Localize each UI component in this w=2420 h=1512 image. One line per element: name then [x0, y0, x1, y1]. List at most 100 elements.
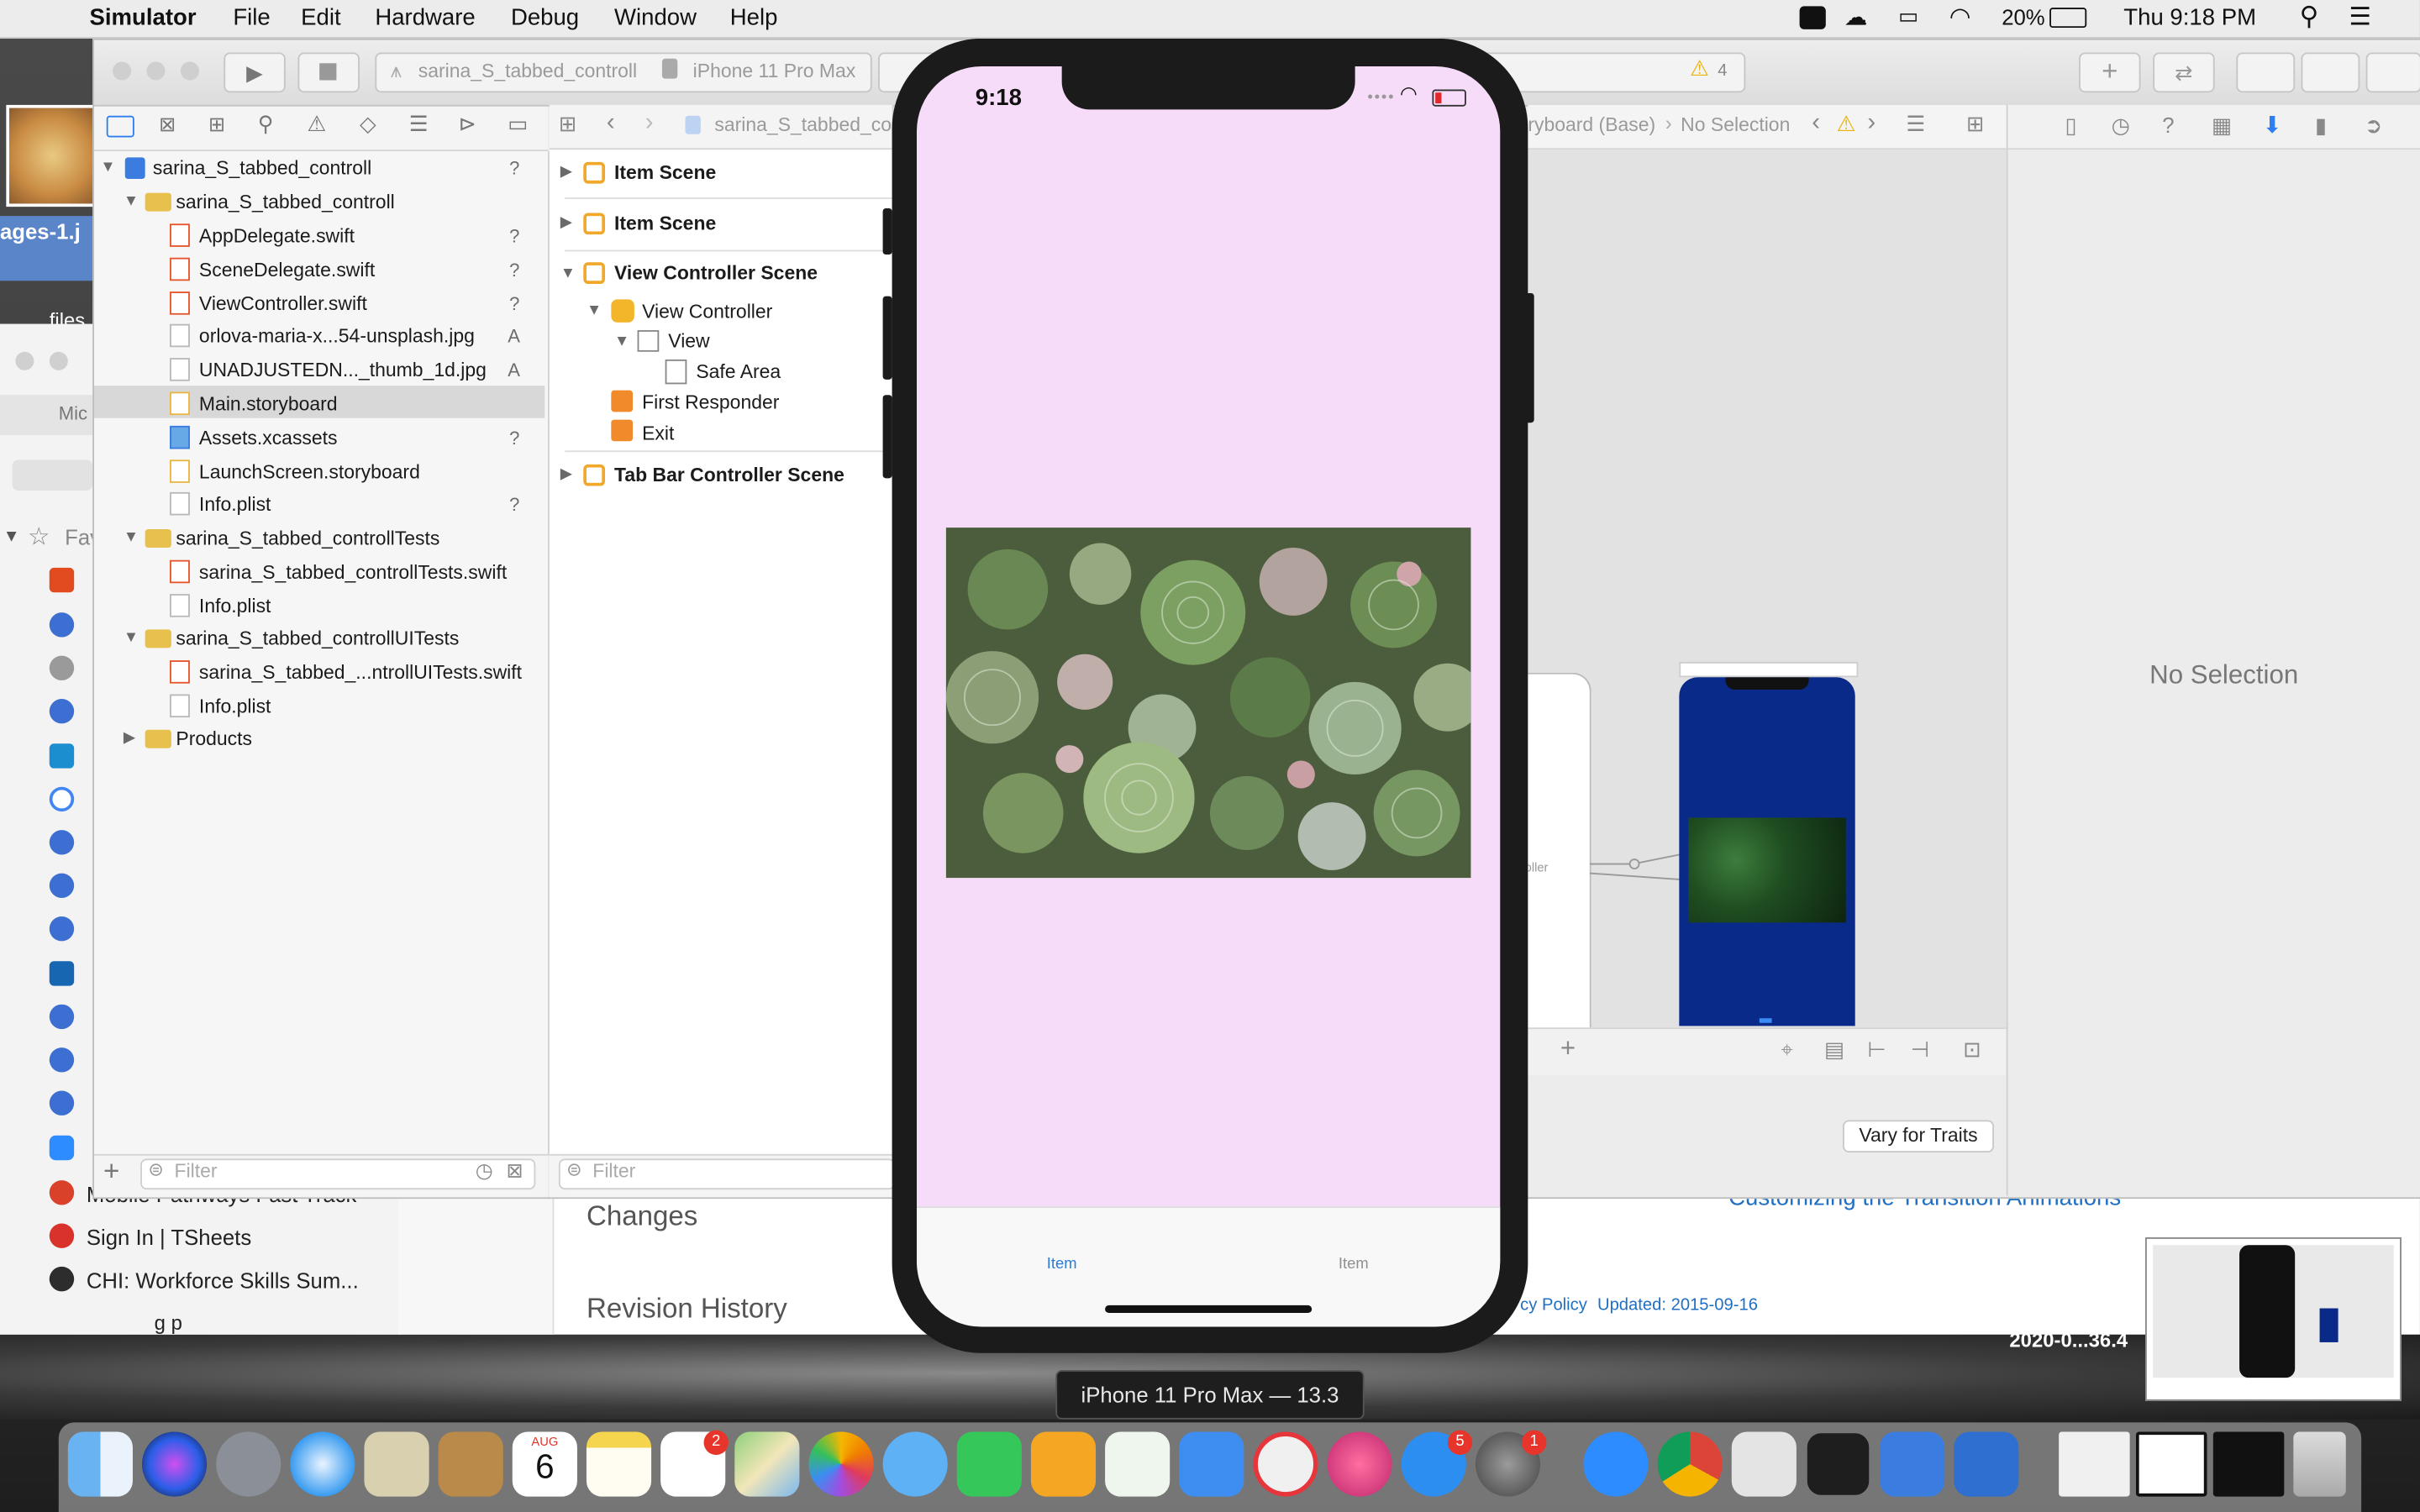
- mobile-pathways-icon[interactable]: [49, 1180, 75, 1205]
- update-frames-icon[interactable]: ⌖: [1781, 1037, 1793, 1063]
- numbers-icon[interactable]: [1105, 1431, 1171, 1497]
- search-icon[interactable]: ⚲: [258, 111, 274, 137]
- warning-icon[interactable]: ⚠: [1837, 111, 1856, 137]
- outline-view-controller[interactable]: View Controller: [642, 301, 772, 323]
- back-icon[interactable]: ‹: [607, 109, 615, 137]
- trash-icon[interactable]: [2293, 1431, 2346, 1497]
- browser-search-field[interactable]: [12, 459, 93, 491]
- file-inspector-icon[interactable]: ▯: [2065, 113, 2077, 139]
- group-item[interactable]: sarina_S_tabbed_controll: [176, 192, 394, 213]
- chrome-icon[interactable]: [1657, 1431, 1723, 1497]
- zoom-in-icon[interactable]: +: [1560, 1034, 1576, 1065]
- next-issue-icon[interactable]: ›: [1867, 109, 1876, 137]
- keynote-icon[interactable]: [1179, 1431, 1244, 1497]
- outline-view[interactable]: View: [668, 330, 709, 352]
- google-icon[interactable]: [49, 786, 75, 812]
- file-item[interactable]: sarina_S_tabbed_...ntrollUITests.swift: [199, 662, 522, 684]
- maps-icon[interactable]: [734, 1431, 800, 1497]
- photos-icon[interactable]: [808, 1431, 874, 1497]
- disclosure-open-icon[interactable]: ▼: [124, 529, 139, 546]
- disclosure-open-icon[interactable]: ▼: [124, 193, 139, 210]
- messages-icon[interactable]: [882, 1431, 948, 1497]
- siri-icon[interactable]: [141, 1431, 208, 1497]
- outline-scene[interactable]: Tab Bar Controller Scene: [614, 465, 844, 486]
- notes-icon[interactable]: [586, 1431, 652, 1497]
- size-inspector-icon[interactable]: ▮: [2315, 113, 2327, 139]
- mail-bird-icon[interactable]: [364, 1431, 429, 1497]
- creative-cloud-icon[interactable]: ☁: [1844, 3, 1868, 31]
- menu-edit[interactable]: Edit: [301, 5, 340, 31]
- disclosure-open-icon[interactable]: ▼: [587, 302, 602, 319]
- vary-for-traits-button[interactable]: Vary for Traits: [1843, 1120, 1995, 1153]
- disclosure-closed-icon[interactable]: ▶: [124, 730, 135, 747]
- xcode-icon[interactable]: [1880, 1431, 1945, 1497]
- file-item[interactable]: sarina_S_tabbed_controllTests.swift: [199, 562, 507, 584]
- issue-icon[interactable]: ⚠: [308, 111, 327, 137]
- close-button[interactable]: [113, 61, 132, 81]
- linkedin-icon[interactable]: [49, 961, 75, 986]
- menu-window[interactable]: Window: [614, 5, 697, 31]
- jump-bar-path[interactable]: sarina_S_tabbed_co: [714, 114, 892, 136]
- group-item[interactable]: sarina_S_tabbed_controllUITests: [176, 628, 459, 650]
- project-item[interactable]: sarina_S_tabbed_controll: [153, 157, 371, 179]
- bing-icon[interactable]: [49, 743, 75, 769]
- file-item[interactable]: ViewController.swift: [199, 293, 367, 315]
- globe-icon[interactable]: [49, 699, 75, 724]
- folder-icon[interactable]: [106, 115, 134, 138]
- menu-file[interactable]: File: [233, 5, 270, 31]
- calendar-icon[interactable]: AUG 6: [512, 1431, 577, 1497]
- favorites-disclosure-icon[interactable]: ▼: [3, 528, 20, 546]
- finder-icon[interactable]: [67, 1431, 133, 1497]
- music-icon[interactable]: [1327, 1431, 1392, 1497]
- report-icon[interactable]: ▭: [508, 111, 528, 137]
- globe-icon[interactable]: [49, 830, 75, 855]
- globe-icon[interactable]: [49, 1090, 75, 1116]
- globe-icon[interactable]: [49, 873, 75, 898]
- help-inspector-icon[interactable]: ?: [2162, 113, 2174, 137]
- scm-filter-icon[interactable]: ⊠: [506, 1158, 523, 1183]
- disclosure-closed-icon[interactable]: ▶: [560, 466, 572, 483]
- identity-inspector-icon[interactable]: ▦: [2212, 113, 2232, 139]
- source-control-icon[interactable]: ⊠: [159, 113, 176, 137]
- tab-item-2[interactable]: Item: [1292, 1256, 1415, 1273]
- file-item[interactable]: UNADJUSTEDN..._thumb_1d.jpg: [199, 360, 487, 381]
- storyboard-scene-blue[interactable]: [1679, 677, 1855, 1026]
- test-icon[interactable]: ◇: [360, 111, 376, 137]
- browser-changes-heading[interactable]: Changes: [587, 1200, 697, 1233]
- disclosure-open-icon[interactable]: ▼: [124, 629, 139, 646]
- connections-inspector-icon[interactable]: ➲: [2365, 113, 2383, 139]
- favorite-chi[interactable]: CHI: Workforce Skills Sum...: [87, 1268, 359, 1293]
- safari-icon[interactable]: [290, 1431, 355, 1497]
- tab-item-1[interactable]: Item: [1000, 1256, 1123, 1273]
- group-item[interactable]: Products: [176, 728, 252, 750]
- zoom-app-icon[interactable]: [1583, 1431, 1649, 1497]
- outline-first-responder[interactable]: First Responder: [642, 392, 779, 414]
- browser-revision-heading[interactable]: Revision History: [587, 1293, 787, 1326]
- pages-icon[interactable]: [1030, 1431, 1097, 1497]
- simulator-icon[interactable]: [1954, 1431, 2019, 1497]
- minimize-button[interactable]: [146, 61, 166, 81]
- group-item[interactable]: sarina_S_tabbed_controllTests: [176, 528, 439, 549]
- debug-icon[interactable]: ☰: [409, 111, 429, 137]
- airplay-icon[interactable]: ▭: [1898, 3, 1918, 29]
- file-item[interactable]: Info.plist: [199, 696, 271, 717]
- globe-icon[interactable]: [49, 1004, 75, 1030]
- align-icon[interactable]: ⊢: [1867, 1037, 1886, 1063]
- code-review-button[interactable]: ⇄: [2153, 52, 2215, 93]
- menu-help[interactable]: Help: [730, 5, 778, 31]
- dock-window-thumbnail[interactable]: [2212, 1431, 2285, 1497]
- globe-icon[interactable]: [49, 612, 75, 638]
- file-item-selected[interactable]: Main.storyboard: [199, 393, 338, 415]
- browser-tab-label[interactable]: Mic: [59, 402, 87, 424]
- chi-icon[interactable]: [49, 1266, 75, 1292]
- outline-exit[interactable]: Exit: [642, 423, 674, 444]
- outline-scene[interactable]: Item Scene: [614, 162, 716, 184]
- canvas-jump-path[interactable]: ryboard (Base): [1528, 114, 1655, 136]
- embed-in-icon[interactable]: ▤: [1824, 1037, 1844, 1063]
- file-item[interactable]: LaunchScreen.storyboard: [199, 461, 420, 483]
- history-inspector-icon[interactable]: ◷: [2112, 113, 2130, 139]
- screenshot-thumbnail[interactable]: [2145, 1237, 2402, 1401]
- disclosure-closed-icon[interactable]: ▶: [560, 164, 572, 181]
- resolve-issues-icon[interactable]: ⊡: [1963, 1037, 1981, 1063]
- navigator-toggle-button[interactable]: [2236, 52, 2296, 93]
